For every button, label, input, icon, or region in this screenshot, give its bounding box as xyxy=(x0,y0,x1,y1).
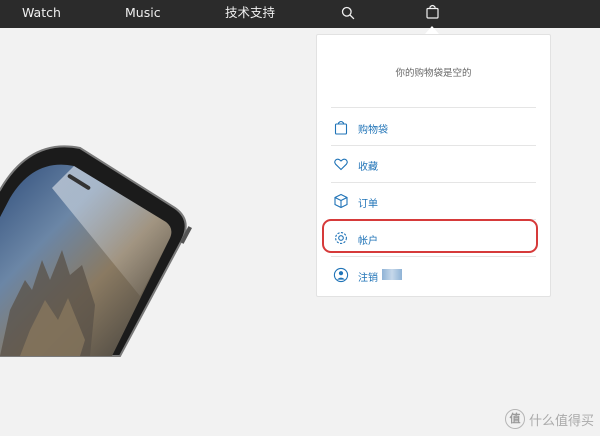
menu-item-label: 注销 xyxy=(358,273,378,284)
menu-item-label: 购物袋 xyxy=(358,125,388,136)
menu-item-bag[interactable]: 购物袋 xyxy=(331,109,536,145)
bag-icon xyxy=(333,119,349,135)
menu-item-label: 订单 xyxy=(358,199,378,210)
heart-icon xyxy=(333,156,349,172)
watermark-logo: 值 xyxy=(504,409,525,429)
redacted-username xyxy=(382,269,402,280)
box-icon xyxy=(333,193,349,209)
menu-item-signout[interactable]: 注销 xyxy=(331,257,536,293)
menu-item-favorites[interactable]: 收藏 xyxy=(331,146,536,182)
empty-bag-message: 你的购物袋是空的 xyxy=(395,68,472,79)
shopping-bag-icon[interactable] xyxy=(426,4,439,23)
iphone-hero-image xyxy=(0,130,210,357)
nav-music-link[interactable]: Music xyxy=(125,0,161,28)
highlight-annotation xyxy=(322,219,538,253)
search-icon[interactable] xyxy=(341,5,355,24)
nav-support-link[interactable]: 技术支持 xyxy=(225,0,275,28)
user-icon xyxy=(333,267,349,283)
watermark-text: 什么值得买 xyxy=(528,413,594,429)
nav-watch-link[interactable]: Watch xyxy=(22,0,61,28)
popover-caret xyxy=(425,26,439,34)
global-nav: Watch Music 技术支持 xyxy=(0,0,600,28)
menu-item-label: 收藏 xyxy=(358,162,378,173)
bag-dropdown: 你的购物袋是空的 购物袋 收藏 订单 帐户 注销 xyxy=(316,34,551,297)
menu-item-orders[interactable]: 订单 xyxy=(331,183,536,219)
divider xyxy=(331,107,536,108)
watermark: 值 什么值得买 xyxy=(504,408,594,430)
